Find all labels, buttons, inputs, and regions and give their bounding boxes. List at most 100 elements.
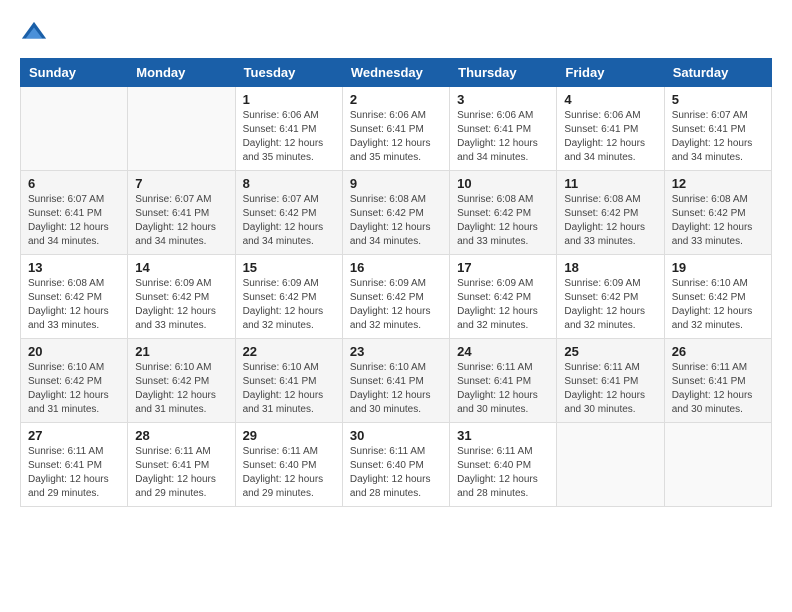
- calendar-cell: 7 Sunrise: 6:07 AM Sunset: 6:41 PM Daylig…: [128, 171, 235, 255]
- day-number: 1: [243, 92, 335, 107]
- day-number: 20: [28, 344, 120, 359]
- calendar-cell: 24Sunrise: 6:11 AM Sunset: 6:41 PM Dayli…: [450, 339, 557, 423]
- calendar-cell: 5 Sunrise: 6:07 AM Sunset: 6:41 PM Daylig…: [664, 87, 771, 171]
- calendar-cell: [664, 423, 771, 507]
- cell-info: Sunrise: 6:08 AM Sunset: 6:42 PM Dayligh…: [457, 193, 549, 249]
- day-number: 19: [672, 260, 764, 275]
- cell-info: Sunrise: 6:06 AM Sunset: 6:41 PM Dayligh…: [243, 109, 335, 165]
- day-number: 29: [243, 428, 335, 443]
- day-number: 28: [135, 428, 227, 443]
- calendar-cell: 9 Sunrise: 6:08 AM Sunset: 6:42 PM Daylig…: [342, 171, 449, 255]
- day-number: 8: [243, 176, 335, 191]
- day-number: 31: [457, 428, 549, 443]
- cell-info: Sunrise: 6:06 AM Sunset: 6:41 PM Dayligh…: [350, 109, 442, 165]
- day-number: 10: [457, 176, 549, 191]
- calendar-cell: 21Sunrise: 6:10 AM Sunset: 6:42 PM Dayli…: [128, 339, 235, 423]
- calendar-cell: 14 Sunrise: 6:09 AM Sunset: 6:42 PM Dayli…: [128, 255, 235, 339]
- weekday-header-sunday: Sunday: [21, 59, 128, 87]
- day-number: 25: [564, 344, 656, 359]
- calendar-cell: 30 Sunrise: 6:11 AM Sunset: 6:40 PM Dayli…: [342, 423, 449, 507]
- calendar-cell: 8 Sunrise: 6:07 AM Sunset: 6:42 PM Daylig…: [235, 171, 342, 255]
- calendar-week-3: 13 Sunrise: 6:08 AM Sunset: 6:42 PM Dayli…: [21, 255, 772, 339]
- weekday-header-tuesday: Tuesday: [235, 59, 342, 87]
- day-number: 2: [350, 92, 442, 107]
- day-number: 15: [243, 260, 335, 275]
- day-number: 23: [350, 344, 442, 359]
- day-number: 30: [350, 428, 442, 443]
- calendar-cell: 28Sunrise: 6:11 AM Sunset: 6:41 PM Dayli…: [128, 423, 235, 507]
- cell-info: Sunrise: 6:11 AM Sunset: 6:41 PM Dayligh…: [457, 361, 549, 417]
- day-number: 18: [564, 260, 656, 275]
- cell-info: Sunrise: 6:07 AM Sunset: 6:41 PM Dayligh…: [28, 193, 120, 249]
- day-number: 11: [564, 176, 656, 191]
- cell-info: Sunrise: 6:11 AM Sunset: 6:41 PM Dayligh…: [672, 361, 764, 417]
- calendar-cell: 19Sunrise: 6:10 AM Sunset: 6:42 PM Dayli…: [664, 255, 771, 339]
- day-number: 13: [28, 260, 120, 275]
- calendar-cell: 31 Sunrise: 6:11 AM Sunset: 6:40 PM Dayli…: [450, 423, 557, 507]
- calendar-cell: 26Sunrise: 6:11 AM Sunset: 6:41 PM Dayli…: [664, 339, 771, 423]
- calendar-table: SundayMondayTuesdayWednesdayThursdayFrid…: [20, 58, 772, 507]
- weekday-header-thursday: Thursday: [450, 59, 557, 87]
- calendar-cell: 15 Sunrise: 6:09 AM Sunset: 6:42 PM Dayli…: [235, 255, 342, 339]
- calendar-cell: [128, 87, 235, 171]
- cell-info: Sunrise: 6:06 AM Sunset: 6:41 PM Dayligh…: [457, 109, 549, 165]
- day-number: 5: [672, 92, 764, 107]
- cell-info: Sunrise: 6:07 AM Sunset: 6:41 PM Dayligh…: [672, 109, 764, 165]
- cell-info: Sunrise: 6:10 AM Sunset: 6:42 PM Dayligh…: [28, 361, 120, 417]
- cell-info: Sunrise: 6:09 AM Sunset: 6:42 PM Dayligh…: [135, 277, 227, 333]
- cell-info: Sunrise: 6:08 AM Sunset: 6:42 PM Dayligh…: [28, 277, 120, 333]
- calendar-cell: 27 Sunrise: 6:11 AM Sunset: 6:41 PM Dayli…: [21, 423, 128, 507]
- cell-info: Sunrise: 6:11 AM Sunset: 6:40 PM Dayligh…: [350, 445, 442, 501]
- calendar-cell: 2 Sunrise: 6:06 AM Sunset: 6:41 PM Daylig…: [342, 87, 449, 171]
- cell-info: Sunrise: 6:11 AM Sunset: 6:41 PM Dayligh…: [28, 445, 120, 501]
- logo: [20, 20, 52, 48]
- cell-info: Sunrise: 6:11 AM Sunset: 6:41 PM Dayligh…: [564, 361, 656, 417]
- cell-info: Sunrise: 6:11 AM Sunset: 6:40 PM Dayligh…: [243, 445, 335, 501]
- calendar-cell: 1 Sunrise: 6:06 AM Sunset: 6:41 PM Daylig…: [235, 87, 342, 171]
- calendar-cell: 20 Sunrise: 6:10 AM Sunset: 6:42 PM Dayli…: [21, 339, 128, 423]
- day-number: 14: [135, 260, 227, 275]
- calendar-cell: 17 Sunrise: 6:09 AM Sunset: 6:42 PM Dayli…: [450, 255, 557, 339]
- day-number: 16: [350, 260, 442, 275]
- calendar-cell: 6 Sunrise: 6:07 AM Sunset: 6:41 PM Daylig…: [21, 171, 128, 255]
- calendar-cell: [21, 87, 128, 171]
- day-number: 9: [350, 176, 442, 191]
- day-number: 4: [564, 92, 656, 107]
- weekday-header-saturday: Saturday: [664, 59, 771, 87]
- cell-info: Sunrise: 6:10 AM Sunset: 6:41 PM Dayligh…: [243, 361, 335, 417]
- cell-info: Sunrise: 6:09 AM Sunset: 6:42 PM Dayligh…: [457, 277, 549, 333]
- calendar-cell: 10 Sunrise: 6:08 AM Sunset: 6:42 PM Dayli…: [450, 171, 557, 255]
- cell-info: Sunrise: 6:08 AM Sunset: 6:42 PM Dayligh…: [564, 193, 656, 249]
- cell-info: Sunrise: 6:09 AM Sunset: 6:42 PM Dayligh…: [564, 277, 656, 333]
- day-number: 3: [457, 92, 549, 107]
- calendar-cell: 29 Sunrise: 6:11 AM Sunset: 6:40 PM Dayli…: [235, 423, 342, 507]
- calendar-cell: 23 Sunrise: 6:10 AM Sunset: 6:41 PM Dayli…: [342, 339, 449, 423]
- cell-info: Sunrise: 6:10 AM Sunset: 6:41 PM Dayligh…: [350, 361, 442, 417]
- page-header: [20, 20, 772, 48]
- weekday-header-friday: Friday: [557, 59, 664, 87]
- cell-info: Sunrise: 6:09 AM Sunset: 6:42 PM Dayligh…: [243, 277, 335, 333]
- cell-info: Sunrise: 6:07 AM Sunset: 6:41 PM Dayligh…: [135, 193, 227, 249]
- cell-info: Sunrise: 6:11 AM Sunset: 6:40 PM Dayligh…: [457, 445, 549, 501]
- calendar-week-1: 1 Sunrise: 6:06 AM Sunset: 6:41 PM Daylig…: [21, 87, 772, 171]
- cell-info: Sunrise: 6:10 AM Sunset: 6:42 PM Dayligh…: [135, 361, 227, 417]
- cell-info: Sunrise: 6:08 AM Sunset: 6:42 PM Dayligh…: [350, 193, 442, 249]
- calendar-cell: 4 Sunrise: 6:06 AM Sunset: 6:41 PM Daylig…: [557, 87, 664, 171]
- weekday-header-monday: Monday: [128, 59, 235, 87]
- calendar-cell: 16 Sunrise: 6:09 AM Sunset: 6:42 PM Dayli…: [342, 255, 449, 339]
- cell-info: Sunrise: 6:09 AM Sunset: 6:42 PM Dayligh…: [350, 277, 442, 333]
- day-number: 7: [135, 176, 227, 191]
- logo-icon: [20, 20, 48, 48]
- calendar-body: 1 Sunrise: 6:06 AM Sunset: 6:41 PM Daylig…: [21, 87, 772, 507]
- day-number: 27: [28, 428, 120, 443]
- day-number: 6: [28, 176, 120, 191]
- cell-info: Sunrise: 6:06 AM Sunset: 6:41 PM Dayligh…: [564, 109, 656, 165]
- day-number: 22: [243, 344, 335, 359]
- cell-info: Sunrise: 6:07 AM Sunset: 6:42 PM Dayligh…: [243, 193, 335, 249]
- calendar-cell: 11 Sunrise: 6:08 AM Sunset: 6:42 PM Dayli…: [557, 171, 664, 255]
- calendar-week-4: 20 Sunrise: 6:10 AM Sunset: 6:42 PM Dayli…: [21, 339, 772, 423]
- calendar-cell: 18 Sunrise: 6:09 AM Sunset: 6:42 PM Dayli…: [557, 255, 664, 339]
- day-number: 17: [457, 260, 549, 275]
- calendar-cell: 25 Sunrise: 6:11 AM Sunset: 6:41 PM Dayli…: [557, 339, 664, 423]
- calendar-cell: 13 Sunrise: 6:08 AM Sunset: 6:42 PM Dayli…: [21, 255, 128, 339]
